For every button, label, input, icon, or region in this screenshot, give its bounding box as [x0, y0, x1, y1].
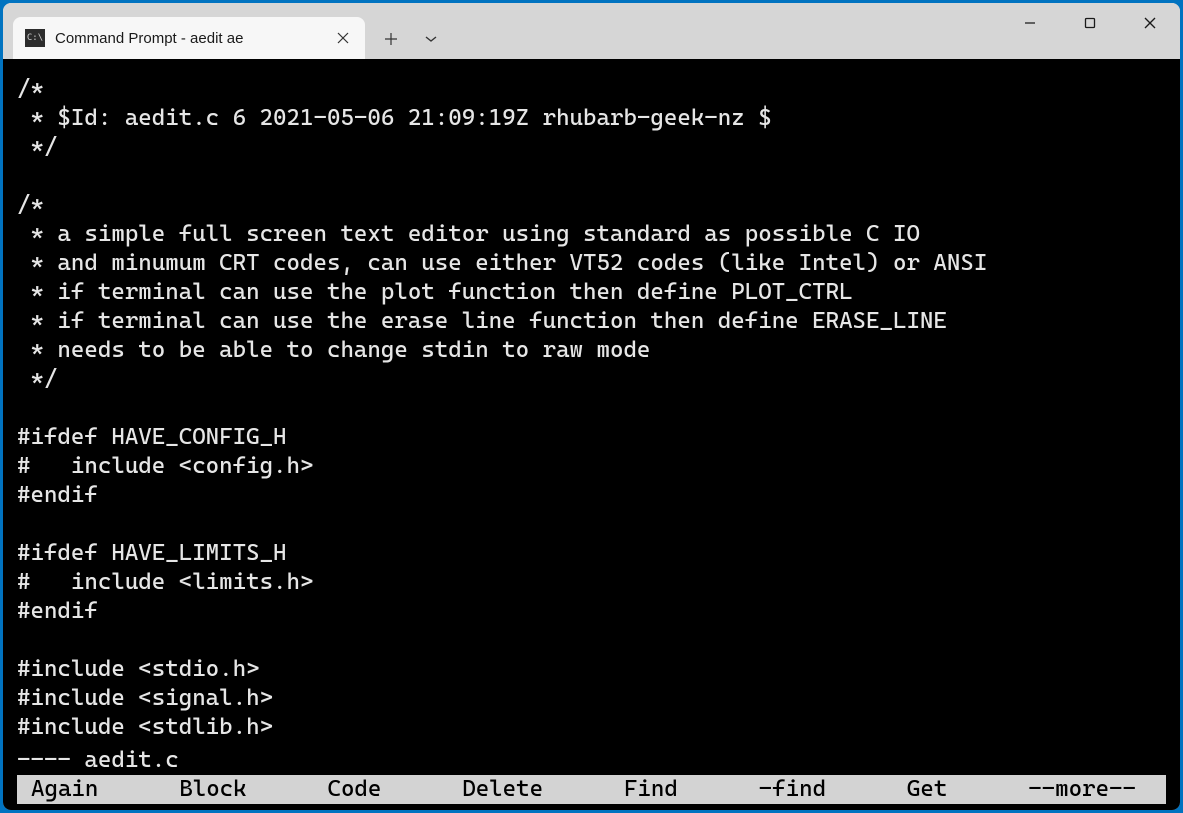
- menu-block[interactable]: Block: [179, 775, 246, 804]
- terminal-content: /* * $Id: aedit.c 6 2021-05-06 21:09:19Z…: [3, 75, 1180, 746]
- tab-dropdown-button[interactable]: [411, 19, 451, 59]
- close-icon: [1143, 16, 1157, 30]
- new-tab-button[interactable]: [371, 19, 411, 59]
- close-window-button[interactable]: [1120, 3, 1180, 43]
- close-tab-button[interactable]: [333, 28, 353, 48]
- minimize-icon: [1023, 16, 1037, 30]
- close-icon: [337, 32, 349, 44]
- plus-icon: [384, 32, 398, 46]
- tab-strip: C:\ Command Prompt - aedit ae: [3, 3, 451, 59]
- menu-find[interactable]: Find: [624, 775, 678, 804]
- status-line: ---- aedit.c: [3, 746, 1180, 775]
- window-controls: [1000, 3, 1180, 43]
- menu-code[interactable]: Code: [327, 775, 381, 804]
- menu-delete[interactable]: Delete: [462, 775, 543, 804]
- cmd-icon: C:\: [25, 29, 45, 47]
- editor-menu: Again Block Code Delete Find -find Get -…: [17, 775, 1166, 804]
- tab-active[interactable]: C:\ Command Prompt - aedit ae: [13, 17, 365, 59]
- tab-title: Command Prompt - aedit ae: [55, 30, 323, 47]
- maximize-icon: [1083, 16, 1097, 30]
- terminal-window: C:\ Command Prompt - aedit ae: [3, 3, 1180, 810]
- menu-more[interactable]: --more--: [1028, 775, 1136, 804]
- minimize-button[interactable]: [1000, 3, 1060, 43]
- terminal-area[interactable]: /* * $Id: aedit.c 6 2021-05-06 21:09:19Z…: [3, 59, 1180, 810]
- titlebar: C:\ Command Prompt - aedit ae: [3, 3, 1180, 59]
- menu-again[interactable]: Again: [31, 775, 98, 804]
- menu-get[interactable]: Get: [907, 775, 947, 804]
- chevron-down-icon: [424, 35, 438, 43]
- maximize-button[interactable]: [1060, 3, 1120, 43]
- menu-find-reverse[interactable]: -find: [759, 775, 826, 804]
